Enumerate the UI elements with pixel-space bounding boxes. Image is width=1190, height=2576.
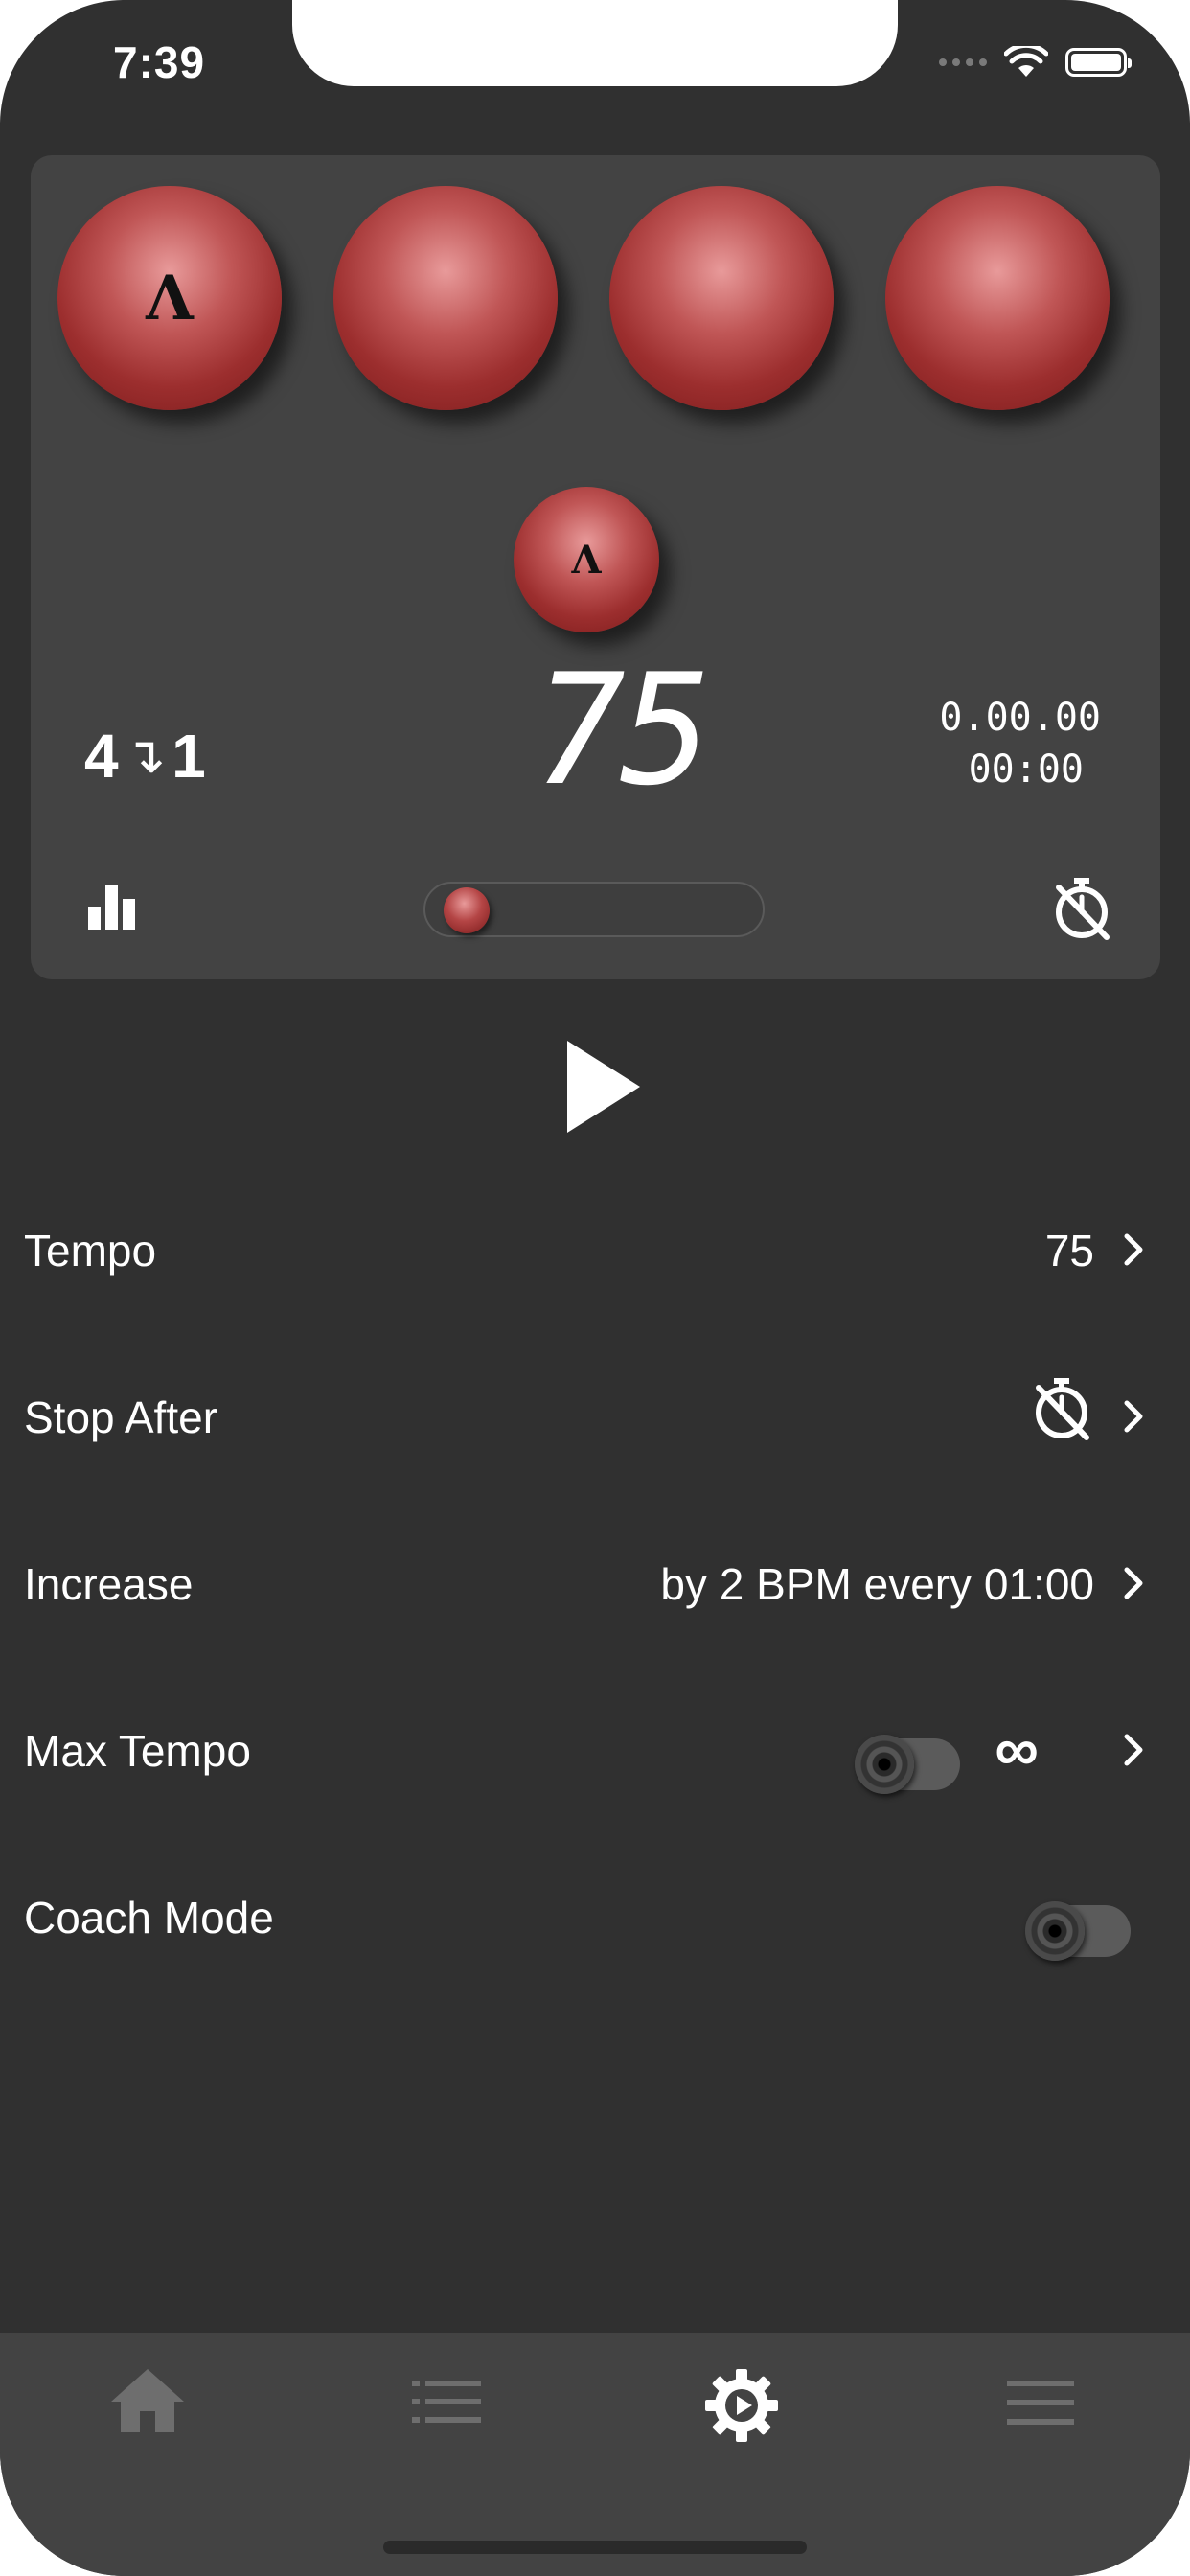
bar-chart-icon[interactable] <box>88 886 140 930</box>
tempo-row[interactable]: Tempo 75 <box>0 1181 1190 1347</box>
current-beat-indicator: Λ <box>514 487 659 632</box>
volume-slider-knob[interactable] <box>444 887 490 933</box>
increase-row[interactable]: Increase by 2 BPM every 01:00 <box>0 1514 1190 1681</box>
time-signature-to: 1 <box>172 722 206 791</box>
device-screen: 7:39 Λ Λ 4 ↴ 1 75 0.00.00 00:00 Tempo 75… <box>0 0 1190 2576</box>
accent-marker: Λ <box>146 262 194 334</box>
toggle-knob <box>1025 1901 1085 1961</box>
tab-home[interactable] <box>71 2369 224 2455</box>
coach-mode-label: Coach Mode <box>24 1893 274 1943</box>
coach-mode-toggle[interactable] <box>1025 1901 1131 1961</box>
notch <box>292 0 898 86</box>
stopwatch-off-icon <box>1036 1378 1089 1440</box>
chevron-right-icon <box>1124 1400 1143 1433</box>
stop-after-label: Stop After <box>24 1392 218 1442</box>
increase-label: Increase <box>24 1559 194 1609</box>
chevron-right-icon <box>1124 1734 1143 1766</box>
stopwatch-off-icon[interactable] <box>1053 876 1110 941</box>
volume-slider[interactable] <box>423 882 765 937</box>
settings-list: Tempo 75 Stop After Increase by 2 BPM ev… <box>0 1181 1190 2014</box>
tab-list[interactable] <box>370 2369 523 2455</box>
max-tempo-label: Max Tempo <box>24 1726 251 1776</box>
status-indicators <box>939 46 1132 79</box>
status-time: 7:39 <box>113 37 206 87</box>
timer-line-1: 0.00.00 <box>939 696 1101 740</box>
play-button[interactable] <box>567 1041 640 1133</box>
increase-value: by 2 BPM every 01:00 <box>660 1559 1094 1609</box>
menu-icon <box>1007 2380 1074 2425</box>
timer-line-2: 00:00 <box>968 748 1084 792</box>
beat-ball-3[interactable] <box>609 186 834 410</box>
elapsed-timer: 0.00.00 00:00 <box>939 692 1101 795</box>
accent-marker: Λ <box>571 537 602 583</box>
time-signature-from: 4 <box>84 722 119 791</box>
chevron-right-icon <box>1124 1567 1143 1599</box>
time-signature-arrow: ↴ <box>124 728 167 784</box>
time-signature[interactable]: 4 ↴ 1 <box>84 721 206 792</box>
list-icon <box>412 2380 481 2423</box>
max-tempo-value: ∞ <box>995 1714 1039 1783</box>
wifi-icon <box>1004 46 1048 77</box>
max-tempo-row[interactable]: Max Tempo ∞ <box>0 1681 1190 1848</box>
tempo-display[interactable]: 75 <box>500 654 740 807</box>
tempo-label: Tempo <box>24 1226 157 1276</box>
chevron-right-icon <box>1124 1233 1143 1266</box>
tab-menu[interactable] <box>964 2369 1117 2455</box>
tab-bar <box>0 2333 1190 2576</box>
beat-ball-4[interactable] <box>885 186 1110 410</box>
home-indicator <box>383 2541 807 2554</box>
toggle-knob <box>855 1735 914 1794</box>
max-tempo-toggle[interactable] <box>855 1735 960 1794</box>
gear-play-icon <box>705 2369 778 2442</box>
tempo-value: 75 <box>1044 1226 1094 1276</box>
cellular-signal-icon <box>939 58 987 66</box>
coach-mode-row: Coach Mode <box>0 1848 1190 2014</box>
beat-ball-2[interactable] <box>333 186 558 410</box>
battery-icon <box>1065 48 1132 77</box>
beat-ball-1[interactable]: Λ <box>57 186 282 410</box>
home-icon <box>111 2369 184 2432</box>
tab-metronome[interactable] <box>665 2369 818 2455</box>
metronome-panel: Λ Λ 4 ↴ 1 75 0.00.00 00:00 <box>31 155 1160 979</box>
stop-after-row[interactable]: Stop After <box>0 1347 1190 1514</box>
